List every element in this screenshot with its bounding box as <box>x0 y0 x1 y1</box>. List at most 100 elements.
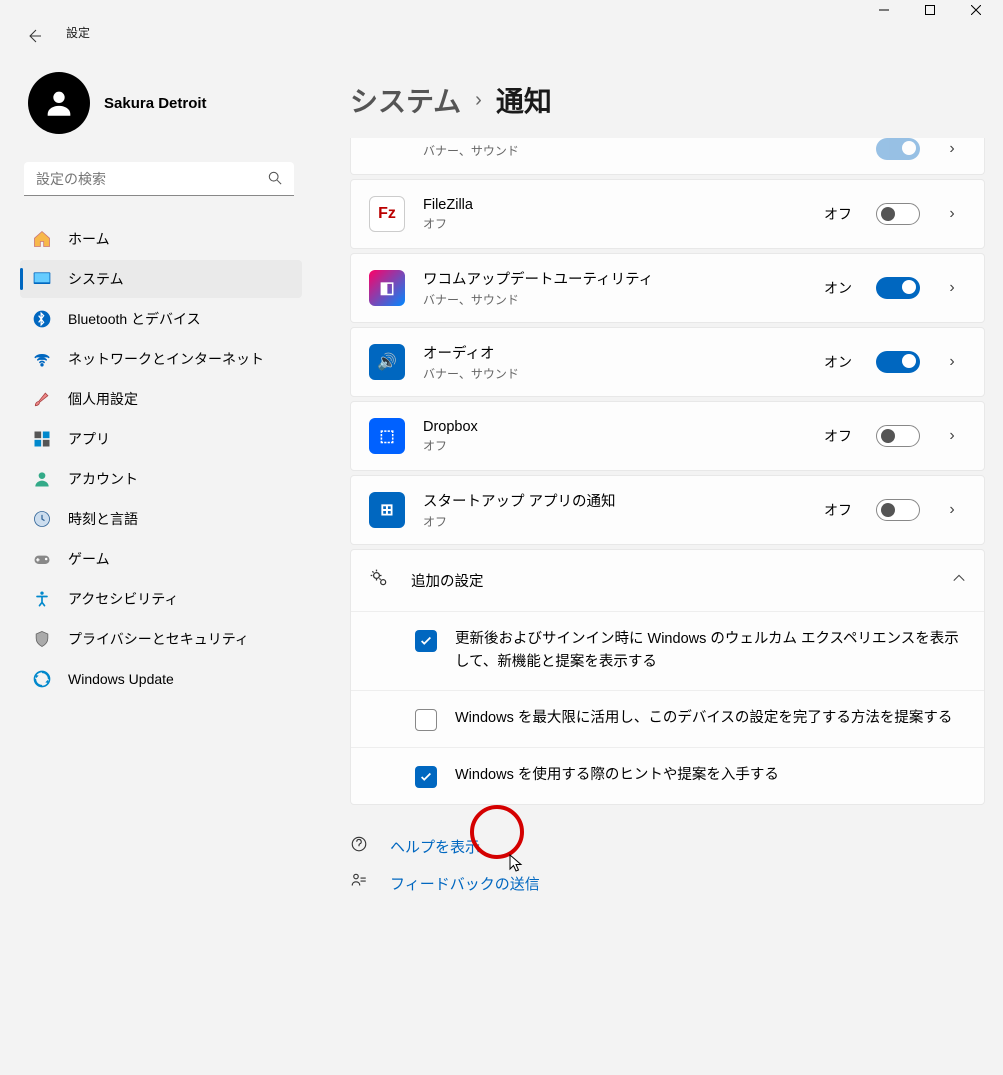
home-icon <box>32 229 52 249</box>
toggle-state: オフ <box>824 500 852 520</box>
app-row-partial[interactable]: バナー、サウンド › <box>351 138 984 174</box>
chevron-right-icon: › <box>938 279 966 297</box>
app-title: 設定 <box>66 24 90 41</box>
expander-title: 追加の設定 <box>411 570 934 591</box>
breadcrumb-current: 通知 <box>496 80 552 120</box>
chevron-right-icon: › <box>938 501 966 519</box>
maximize-button[interactable] <box>907 0 953 26</box>
toggle[interactable] <box>876 138 920 160</box>
checkbox[interactable] <box>415 630 437 652</box>
app-icon: Fz <box>369 196 405 232</box>
toggle[interactable] <box>876 499 920 521</box>
app-icon: ◧ <box>369 270 405 306</box>
toggle-state: オン <box>824 352 852 372</box>
nav-item-update[interactable]: Windows Update <box>20 660 302 698</box>
search-icon <box>268 171 282 190</box>
app-sub: バナー、サウンド <box>423 365 806 382</box>
privacy-icon <box>32 629 52 649</box>
update-icon <box>32 669 52 689</box>
toggle[interactable] <box>876 277 920 299</box>
app-icon: ⊞ <box>369 492 405 528</box>
check-label: Windows を最大限に活用し、このデバイスの設定を完了する方法を提案する <box>455 707 952 730</box>
nav-item-apps[interactable]: アプリ <box>20 420 302 458</box>
close-button[interactable] <box>953 0 999 26</box>
help-icon <box>350 835 370 858</box>
check-row[interactable]: Windows を最大限に活用し、このデバイスの設定を完了する方法を提案する <box>351 690 984 747</box>
profile-name: Sakura Detroit <box>104 95 207 112</box>
app-icon: ⬚ <box>369 418 405 454</box>
search-box[interactable] <box>24 162 294 196</box>
checkbox[interactable] <box>415 766 437 788</box>
app-row[interactable]: FzFileZillaオフオフ› <box>351 180 984 248</box>
nav-label: ホーム <box>68 229 110 249</box>
nav-item-account[interactable]: アカウント <box>20 460 302 498</box>
toggle[interactable] <box>876 203 920 225</box>
nav-item-system[interactable]: システム <box>20 260 302 298</box>
breadcrumb-separator: › <box>475 89 482 112</box>
checkbox[interactable] <box>415 709 437 731</box>
check-row[interactable]: 更新後およびサインイン時に Windows のウェルカム エクスペリエンスを表示… <box>351 611 984 690</box>
app-row[interactable]: ⬚Dropboxオフオフ› <box>351 402 984 470</box>
avatar <box>28 72 90 134</box>
back-button[interactable] <box>26 28 42 49</box>
nav-item-time[interactable]: 時刻と言語 <box>20 500 302 538</box>
toggle[interactable] <box>876 351 920 373</box>
toggle[interactable] <box>876 425 920 447</box>
check-label: 更新後およびサインイン時に Windows のウェルカム エクスペリエンスを表示… <box>455 628 966 674</box>
minimize-button[interactable] <box>861 0 907 26</box>
app-sub: オフ <box>423 513 806 530</box>
nav-item-home[interactable]: ホーム <box>20 220 302 258</box>
app-sub: オフ <box>423 437 806 454</box>
chevron-right-icon: › <box>938 140 966 158</box>
chevron-right-icon: › <box>938 353 966 371</box>
nav-label: プライバシーとセキュリティ <box>68 629 249 649</box>
nav-label: Windows Update <box>68 671 174 687</box>
nav-item-brush[interactable]: 個人用設定 <box>20 380 302 418</box>
nav-label: システム <box>68 269 124 289</box>
help-label: ヘルプを表示 <box>390 836 480 857</box>
app-title: FileZilla <box>423 197 806 213</box>
breadcrumb: システム › 通知 <box>350 80 985 120</box>
nav-label: アプリ <box>68 429 110 449</box>
app-sub: オフ <box>423 215 806 232</box>
feedback-icon <box>350 872 370 895</box>
nav-item-bt[interactable]: Bluetooth とデバイス <box>20 300 302 338</box>
search-input[interactable] <box>24 162 294 196</box>
check-row[interactable]: Windows を使用する際のヒントや提案を入手する <box>351 747 984 804</box>
chevron-right-icon: › <box>938 205 966 223</box>
nav-item-net[interactable]: ネットワークとインターネット <box>20 340 302 378</box>
feedback-link[interactable]: フィードバックの送信 <box>350 872 985 895</box>
feedback-label: フィードバックの送信 <box>390 873 540 894</box>
app-sub: バナー、サウンド <box>423 291 806 308</box>
nav-label: アカウント <box>68 469 138 489</box>
app-row[interactable]: ◧ワコムアップデートユーティリティバナー、サウンドオン› <box>351 254 984 322</box>
access-icon <box>32 589 52 609</box>
nav-item-privacy[interactable]: プライバシーとセキュリティ <box>20 620 302 658</box>
chevron-right-icon: › <box>938 427 966 445</box>
breadcrumb-parent[interactable]: システム <box>350 80 461 120</box>
app-row[interactable]: 🔊 オーディオバナー、サウンド オン › <box>351 328 984 396</box>
app-title: ワコムアップデートユーティリティ <box>423 268 806 289</box>
additional-settings-expander[interactable]: 追加の設定 <box>351 550 984 611</box>
nav-item-access[interactable]: アクセシビリティ <box>20 580 302 618</box>
app-icon: 🔊 <box>369 344 405 380</box>
help-link[interactable]: ヘルプを表示 <box>350 835 985 858</box>
app-title: スタートアップ アプリの通知 <box>423 490 806 511</box>
nav-label: 個人用設定 <box>68 389 138 409</box>
nav-label: Bluetooth とデバイス <box>68 309 201 329</box>
gear-icon <box>369 568 393 593</box>
profile[interactable]: Sakura Detroit <box>28 72 302 134</box>
toggle-state: オフ <box>824 426 852 446</box>
nav-label: ゲーム <box>68 549 110 569</box>
app-row[interactable]: ⊞スタートアップ アプリの通知オフオフ› <box>351 476 984 544</box>
check-label: Windows を使用する際のヒントや提案を入手する <box>455 764 779 787</box>
app-sub: バナー、サウンド <box>423 142 858 159</box>
app-title: Dropbox <box>423 419 806 435</box>
game-icon <box>32 549 52 569</box>
system-icon <box>32 269 52 289</box>
nav-label: 時刻と言語 <box>68 509 138 529</box>
time-icon <box>32 509 52 529</box>
nav-item-game[interactable]: ゲーム <box>20 540 302 578</box>
app-title: オーディオ <box>423 342 806 363</box>
chevron-up-icon <box>952 571 966 590</box>
